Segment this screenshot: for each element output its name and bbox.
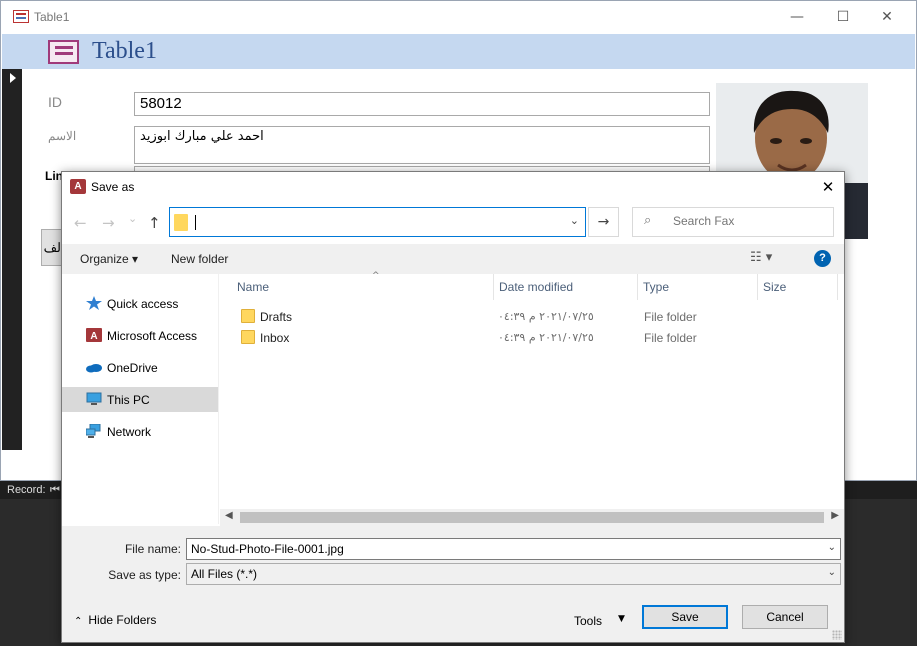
file-row-inbox[interactable]: Inbox ٢٠٢١/٠٧/٢٥ م ٠٤:٣٩ File folder — [220, 327, 840, 348]
help-icon[interactable]: ? — [814, 250, 831, 267]
nav-item-microsoft-access[interactable]: A Microsoft Access — [62, 323, 218, 348]
dialog-titlebar: A Save as ✕ — [62, 172, 844, 202]
save-as-type-label: Save as type: — [108, 568, 181, 582]
dialog-title: Save as — [91, 180, 135, 194]
save-button[interactable]: Save — [642, 605, 728, 629]
go-button[interactable]: → — [588, 207, 619, 237]
sort-ascending-icon: ^ — [372, 271, 380, 281]
pc-icon — [86, 392, 102, 406]
file-name: Inbox — [260, 331, 290, 345]
forward-arrow-icon[interactable]: → — [102, 214, 115, 232]
cancel-button[interactable]: Cancel — [742, 605, 828, 629]
scroll-right-icon[interactable]: ▶ — [831, 510, 839, 521]
minimize-button[interactable]: — — [774, 1, 820, 34]
form-app-icon — [13, 10, 29, 23]
tools-button[interactable]: Tools ▼ — [574, 610, 629, 632]
file-type: File folder — [644, 331, 697, 345]
organize-button[interactable]: Organize ▾ — [80, 252, 138, 266]
scroll-thumb[interactable] — [240, 512, 824, 523]
nav-item-label: Network — [107, 425, 152, 439]
nav-item-label: This PC — [107, 393, 150, 407]
form-title: Table1 — [92, 38, 157, 64]
nav-item-network[interactable]: Network — [62, 419, 218, 444]
column-header-type[interactable]: Type — [638, 274, 758, 300]
text-cursor — [195, 215, 196, 230]
folder-icon — [174, 214, 188, 231]
scroll-left-icon[interactable]: ◀ — [225, 510, 233, 521]
record-label: Record: — [7, 484, 46, 496]
name-field[interactable]: احمد علي مبارك ابوزيد — [134, 126, 710, 164]
chevron-down-icon[interactable]: ⌄ — [570, 214, 579, 227]
folder-icon — [241, 330, 255, 344]
nav-item-this-pc[interactable]: This PC — [62, 387, 218, 412]
new-folder-button[interactable]: New folder — [171, 252, 228, 266]
close-window-button[interactable]: ✕ — [864, 1, 910, 34]
maximize-button[interactable]: ☐ — [820, 1, 866, 34]
chevron-down-icon[interactable]: ⌄ — [828, 542, 836, 553]
search-box[interactable]: ⌕ — [632, 207, 834, 237]
dropdown-triangle-icon: ▼ — [618, 614, 625, 624]
save-as-type-select[interactable]: All Files (*.*) ⌄ — [186, 563, 841, 585]
form-icon — [48, 40, 79, 64]
file-name: Drafts — [260, 310, 293, 324]
search-input[interactable] — [673, 214, 823, 228]
star-icon — [86, 296, 102, 310]
nav-item-label: OneDrive — [107, 361, 158, 375]
search-icon: ⌕ — [644, 213, 652, 228]
chevron-up-icon: ⌃ — [74, 616, 83, 627]
cloud-icon — [86, 360, 102, 374]
window-titlebar: Table1 — ☐ ✕ — [1, 1, 916, 34]
window-title: Table1 — [34, 10, 70, 24]
save-as-dialog: A Save as ✕ ← → ⌄ ↑ ⌄ → ⌕ Organize ▾ New… — [61, 171, 845, 643]
nav-item-label: Quick access — [107, 297, 179, 311]
hide-folders-button[interactable]: ⌃ Hide Folders — [74, 613, 156, 627]
file-row-drafts[interactable]: Drafts ٢٠٢١/٠٧/٢٥ م ٠٤:٣٩ File folder — [220, 306, 840, 327]
nav-item-quick-access[interactable]: Quick access — [62, 291, 218, 316]
column-header-name[interactable]: ^ Name — [232, 271, 494, 300]
id-label: ID — [48, 94, 62, 110]
save-options-panel: File name: No-Stud-Photo-File-0001.jpg ⌄… — [62, 526, 844, 642]
record-selector[interactable] — [2, 69, 22, 450]
name-label: الاسم — [48, 129, 77, 143]
resize-grip[interactable] — [832, 630, 842, 640]
file-list: ^ Name Date modified Type Size Drafts ٢٠… — [220, 271, 844, 509]
close-icon[interactable]: ✕ — [812, 172, 844, 202]
form-header: Table1 — [2, 34, 915, 69]
network-icon — [85, 423, 102, 438]
access-icon: A — [86, 328, 102, 342]
current-record-arrow-icon — [10, 73, 16, 83]
up-arrow-icon[interactable]: ↑ — [148, 214, 161, 232]
command-bar: Organize ▾ New folder ☷ ▾ ? — [62, 244, 844, 274]
file-type: File folder — [644, 310, 697, 324]
recent-locations-icon[interactable]: ⌄ — [128, 212, 137, 225]
navigation-bar: ← → ⌄ ↑ ⌄ → ⌕ — [62, 202, 844, 244]
folder-icon — [241, 309, 255, 323]
file-date: ٢٠٢١/٠٧/٢٥ م ٠٤:٣٩ — [498, 310, 594, 323]
nav-item-onedrive[interactable]: OneDrive — [62, 355, 218, 380]
address-bar[interactable]: ⌄ — [169, 207, 586, 237]
navigation-pane: Quick access A Microsoft Access OneDrive… — [62, 274, 219, 524]
horizontal-scrollbar[interactable]: ◀ ▶ — [220, 509, 844, 526]
view-options-icon[interactable]: ☷ ▾ — [750, 250, 772, 265]
file-name-label: File name: — [124, 542, 181, 556]
back-arrow-icon[interactable]: ← — [74, 214, 87, 232]
access-app-icon: A — [70, 179, 86, 194]
svg-text:A: A — [90, 331, 97, 342]
first-record-icon[interactable]: ⏮ — [50, 484, 60, 497]
id-field[interactable]: 58012 — [134, 92, 710, 116]
column-header-size[interactable]: Size — [758, 274, 838, 300]
file-name-input[interactable]: No-Stud-Photo-File-0001.jpg ⌄ — [186, 538, 841, 560]
file-date: ٢٠٢١/٠٧/٢٥ م ٠٤:٣٩ — [498, 331, 594, 344]
chevron-down-icon[interactable]: ⌄ — [828, 567, 836, 578]
column-header-date-modified[interactable]: Date modified — [494, 274, 638, 300]
nav-item-label: Microsoft Access — [107, 329, 198, 343]
